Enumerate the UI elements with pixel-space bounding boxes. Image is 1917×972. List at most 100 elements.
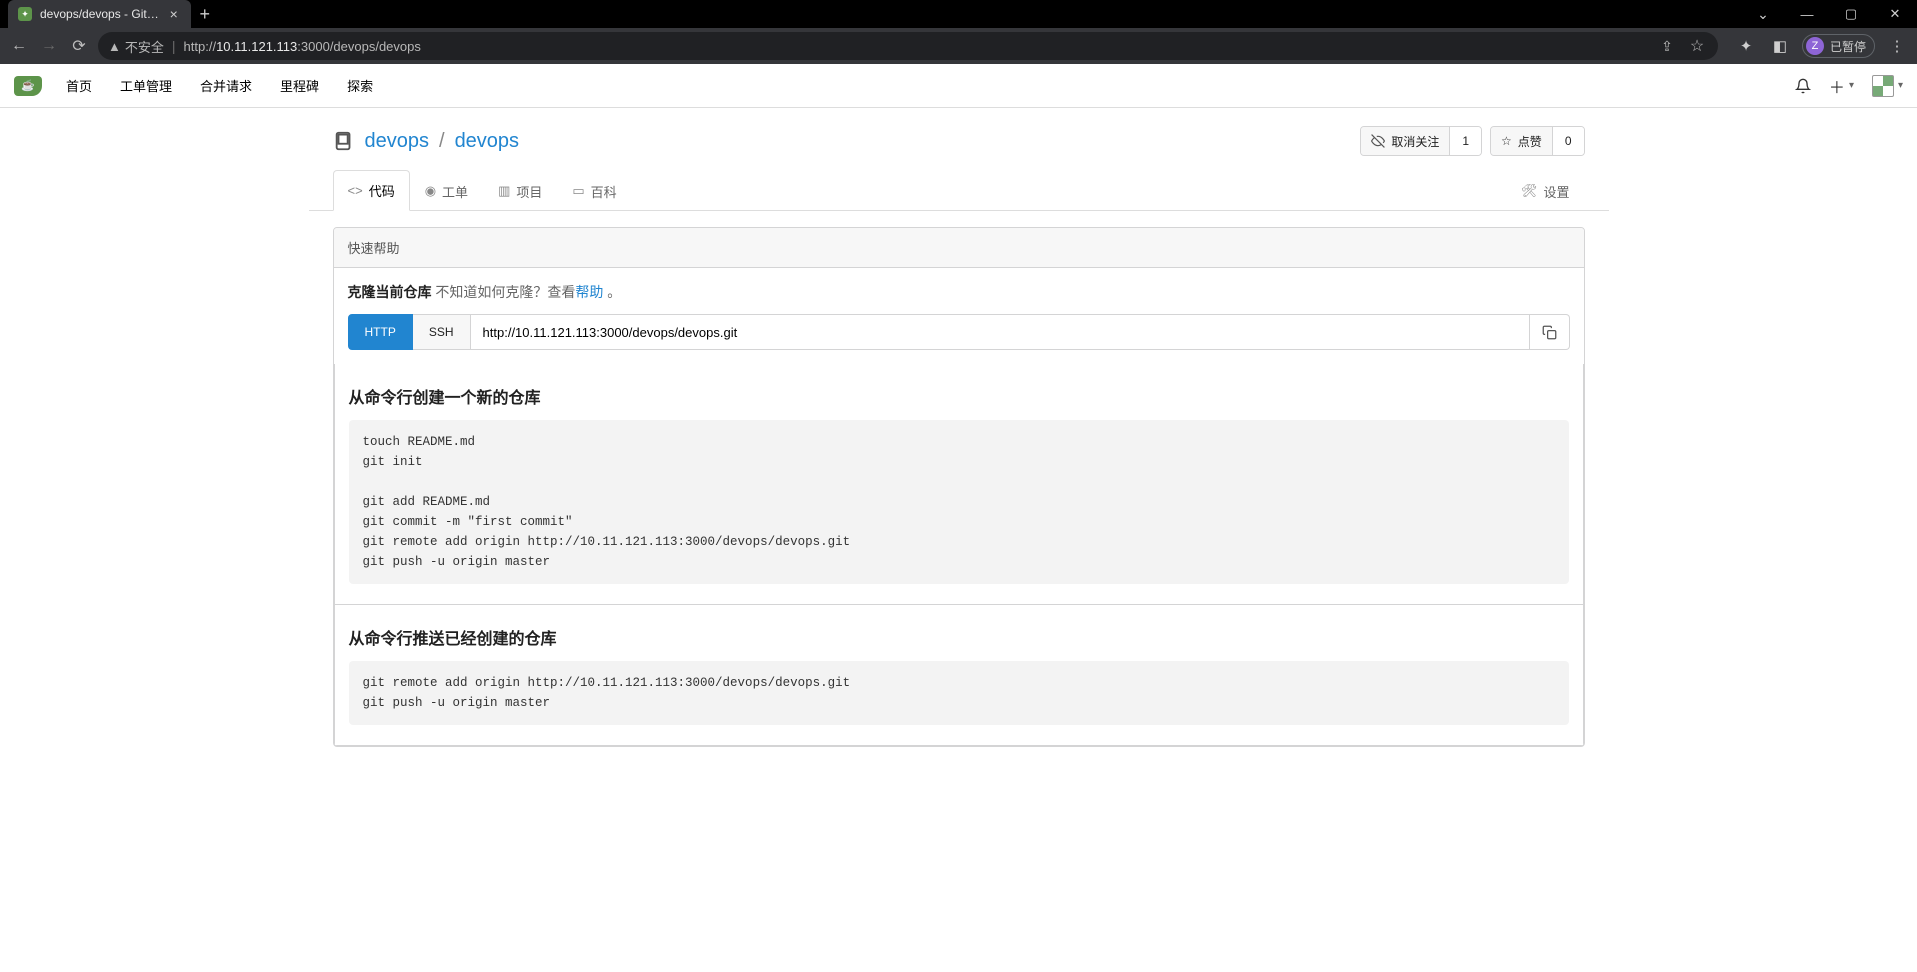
star-label: 点赞 xyxy=(1518,133,1542,150)
minimize-icon[interactable]: — xyxy=(1785,0,1829,28)
tab-projects-label: 项目 xyxy=(516,182,542,201)
tab-wiki-label: 百科 xyxy=(591,182,617,201)
nav-explore[interactable]: 探索 xyxy=(347,76,373,95)
panel-header: 快速帮助 xyxy=(334,228,1584,268)
tab-code[interactable]: <> 代码 xyxy=(333,170,410,211)
clone-ssh-button[interactable]: SSH xyxy=(413,314,471,350)
create-code-block[interactable]: touch README.md git init git add README.… xyxy=(349,420,1569,584)
maximize-icon[interactable]: ▢ xyxy=(1829,0,1873,28)
panel-icon[interactable]: ◧ xyxy=(1768,34,1792,58)
tab-favicon: ✦ xyxy=(18,7,32,21)
tab-settings-label: 设置 xyxy=(1543,182,1569,201)
panel-body: 克隆当前仓库 不知道如何克隆？查看帮助 。 HTTP SSH xyxy=(334,268,1584,364)
share-icon[interactable]: ⇪ xyxy=(1656,35,1678,57)
push-code-block[interactable]: git remote add origin http://10.11.121.1… xyxy=(349,661,1569,725)
brand-logo-icon[interactable]: ☕ xyxy=(14,76,42,96)
star-count[interactable]: 0 xyxy=(1553,127,1584,155)
page: devops / devops 取消关注 1 ☆ 点赞 0 xyxy=(309,108,1609,787)
repo-tabs: <> 代码 ◉ 工单 ▥ 项目 ▭ 百科 🛠 设置 xyxy=(309,170,1609,211)
clone-row: HTTP SSH xyxy=(348,314,1570,350)
star-group: ☆ 点赞 0 xyxy=(1490,126,1584,156)
slash: / xyxy=(439,130,445,153)
kebab-menu-icon[interactable]: ⋮ xyxy=(1885,34,1909,58)
profile-status: 已暂停 xyxy=(1830,38,1866,55)
create-menu[interactable]: ＋▾ xyxy=(1829,74,1854,98)
app-nav: ☕ 首页 工单管理 合并请求 里程碑 探索 ＋▾ ▾ xyxy=(0,64,1917,108)
create-title: 从命令行创建一个新的仓库 xyxy=(349,384,1569,408)
user-menu[interactable]: ▾ xyxy=(1872,75,1903,97)
reload-icon[interactable]: ⟳ xyxy=(68,35,90,57)
copy-button[interactable] xyxy=(1530,314,1570,350)
forward-icon[interactable]: → xyxy=(38,35,60,57)
tab-title: devops/devops - Git… xyxy=(40,7,159,21)
create-repo-section: 从命令行创建一个新的仓库 touch README.md git init gi… xyxy=(334,364,1584,605)
star-button[interactable]: ☆ 点赞 xyxy=(1491,127,1553,155)
nav-pull-requests[interactable]: 合并请求 xyxy=(200,76,252,95)
project-icon: ▥ xyxy=(498,183,510,199)
insecure-label: 不安全 xyxy=(125,37,164,56)
avatar-icon xyxy=(1872,75,1894,97)
push-title: 从命令行推送已经创建的仓库 xyxy=(349,625,1569,649)
unwatch-button[interactable]: 取消关注 xyxy=(1361,127,1450,155)
repo-header: devops / devops 取消关注 1 ☆ 点赞 0 xyxy=(309,108,1609,156)
code-icon: <> xyxy=(348,183,363,198)
bookmark-star-icon[interactable]: ☆ xyxy=(1686,35,1708,57)
profile-avatar-icon: Z xyxy=(1806,37,1824,55)
warning-icon: ▲ xyxy=(108,39,121,54)
star-icon: ☆ xyxy=(1501,134,1512,148)
issue-icon: ◉ xyxy=(425,183,436,199)
eye-off-icon xyxy=(1371,134,1385,148)
close-window-icon[interactable]: ✕ xyxy=(1873,0,1917,28)
watch-label: 取消关注 xyxy=(1391,133,1439,150)
window-controls: ⌄ — ▢ ✕ xyxy=(1741,0,1917,28)
tab-code-label: 代码 xyxy=(369,181,395,200)
clone-hint-pre: 不知道如何克隆？查看 xyxy=(435,284,575,300)
nav-home[interactable]: 首页 xyxy=(66,76,92,95)
nav-milestones[interactable]: 里程碑 xyxy=(280,76,319,95)
url-rest: :3000/devops/devops xyxy=(297,39,421,54)
wrench-icon: 🛠 xyxy=(1521,183,1538,199)
clone-help-link[interactable]: 帮助 xyxy=(575,284,603,300)
repo-actions: 取消关注 1 ☆ 点赞 0 xyxy=(1360,126,1584,156)
clone-hint: 不知道如何克隆？查看帮助 。 xyxy=(435,284,621,300)
browser-chrome: ✦ devops/devops - Git… × + ⌄ — ▢ ✕ ← → ⟳… xyxy=(0,0,1917,64)
repo-name-link[interactable]: devops xyxy=(455,130,520,153)
extensions-icon[interactable]: ✦ xyxy=(1734,34,1758,58)
push-repo-section: 从命令行推送已经创建的仓库 git remote add origin http… xyxy=(334,605,1584,746)
content: 快速帮助 克隆当前仓库 不知道如何克隆？查看帮助 。 HTTP SSH xyxy=(309,227,1609,787)
address-field[interactable]: ▲ 不安全 | http://10.11.121.113:3000/devops… xyxy=(98,32,1718,60)
separator: | xyxy=(172,38,176,54)
address-bar: ← → ⟳ ▲ 不安全 | http://10.11.121.113:3000/… xyxy=(0,28,1917,64)
book-icon: ▭ xyxy=(572,183,584,199)
notifications-icon[interactable] xyxy=(1795,78,1811,94)
nav-issues[interactable]: 工单管理 xyxy=(120,76,172,95)
tab-issues[interactable]: ◉ 工单 xyxy=(410,171,483,211)
clone-url-input[interactable] xyxy=(471,314,1530,350)
repo-owner-link[interactable]: devops xyxy=(365,130,430,153)
clipboard-icon xyxy=(1542,325,1557,340)
clone-http-button[interactable]: HTTP xyxy=(348,314,413,350)
insecure-warning: ▲ 不安全 xyxy=(108,37,164,56)
tab-issues-label: 工单 xyxy=(442,182,468,201)
url-host: 10.11.121.113 xyxy=(216,39,297,54)
browser-tab[interactable]: ✦ devops/devops - Git… × xyxy=(8,0,191,28)
url-text: http://10.11.121.113:3000/devops/devops xyxy=(184,39,1648,54)
tab-projects[interactable]: ▥ 项目 xyxy=(483,171,557,211)
new-tab-button[interactable]: + xyxy=(191,4,219,25)
clone-hint-post: 。 xyxy=(603,284,621,300)
repo-title: devops / devops xyxy=(333,130,520,153)
clone-line: 克隆当前仓库 不知道如何克隆？查看帮助 。 xyxy=(348,282,1570,302)
tab-strip: ✦ devops/devops - Git… × + ⌄ — ▢ ✕ xyxy=(0,0,1917,28)
url-prefix: http:// xyxy=(184,39,217,54)
tab-close-icon[interactable]: × xyxy=(167,7,181,21)
watch-group: 取消关注 1 xyxy=(1360,126,1482,156)
repo-icon xyxy=(333,130,355,152)
clone-title: 克隆当前仓库 xyxy=(348,284,432,300)
back-icon[interactable]: ← xyxy=(8,35,30,57)
watch-count[interactable]: 1 xyxy=(1450,127,1481,155)
chevron-down-icon[interactable]: ⌄ xyxy=(1741,0,1785,28)
profile-button[interactable]: Z 已暂停 xyxy=(1802,34,1875,58)
quick-help-panel: 快速帮助 克隆当前仓库 不知道如何克隆？查看帮助 。 HTTP SSH xyxy=(333,227,1585,747)
tab-wiki[interactable]: ▭ 百科 xyxy=(557,171,631,211)
tab-settings[interactable]: 🛠 设置 xyxy=(1506,171,1585,211)
